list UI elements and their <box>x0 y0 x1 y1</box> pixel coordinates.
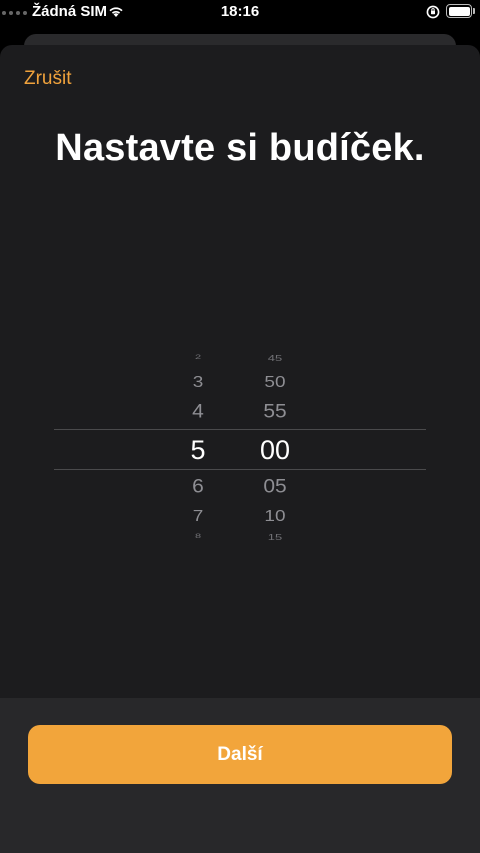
alarm-setup-sheet: Zrušit Nastavte si budíček. 2 3 4 5 6 7 … <box>0 45 480 853</box>
minute-selected[interactable]: 00 <box>235 437 315 464</box>
hour-option[interactable]: 8 <box>158 533 238 539</box>
cancel-button[interactable]: Zrušit <box>24 68 72 90</box>
minute-option[interactable]: 15 <box>235 534 315 542</box>
hour-option[interactable]: 7 <box>158 509 238 525</box>
hour-option[interactable]: 6 <box>158 477 238 497</box>
time-picker[interactable]: 2 3 4 5 6 7 8 45 50 55 00 05 10 15 <box>54 335 426 555</box>
minute-option[interactable]: 10 <box>235 509 315 525</box>
next-button[interactable]: Další <box>28 725 452 784</box>
battery-icon <box>446 4 472 18</box>
hour-selected[interactable]: 5 <box>158 437 238 464</box>
page-title: Nastavte si budíček. <box>55 127 425 169</box>
hour-option[interactable]: 2 <box>158 354 238 360</box>
minute-option[interactable]: 50 <box>235 375 315 391</box>
status-bar: Žádná SIM 18:16 <box>0 0 480 24</box>
battery-cap <box>473 8 475 14</box>
hour-option[interactable]: 3 <box>158 375 238 391</box>
hour-wheel[interactable]: 2 3 4 5 6 7 8 <box>158 335 238 555</box>
minute-wheel[interactable]: 45 50 55 00 05 10 15 <box>235 335 315 555</box>
clock-time: 18:16 <box>220 3 260 20</box>
minute-option[interactable]: 45 <box>235 355 315 363</box>
orientation-lock-icon <box>426 5 440 24</box>
hour-option[interactable]: 4 <box>158 402 238 422</box>
footer-bar: Další <box>0 698 480 853</box>
minute-option[interactable]: 05 <box>235 477 315 497</box>
minute-option[interactable]: 55 <box>235 402 315 422</box>
